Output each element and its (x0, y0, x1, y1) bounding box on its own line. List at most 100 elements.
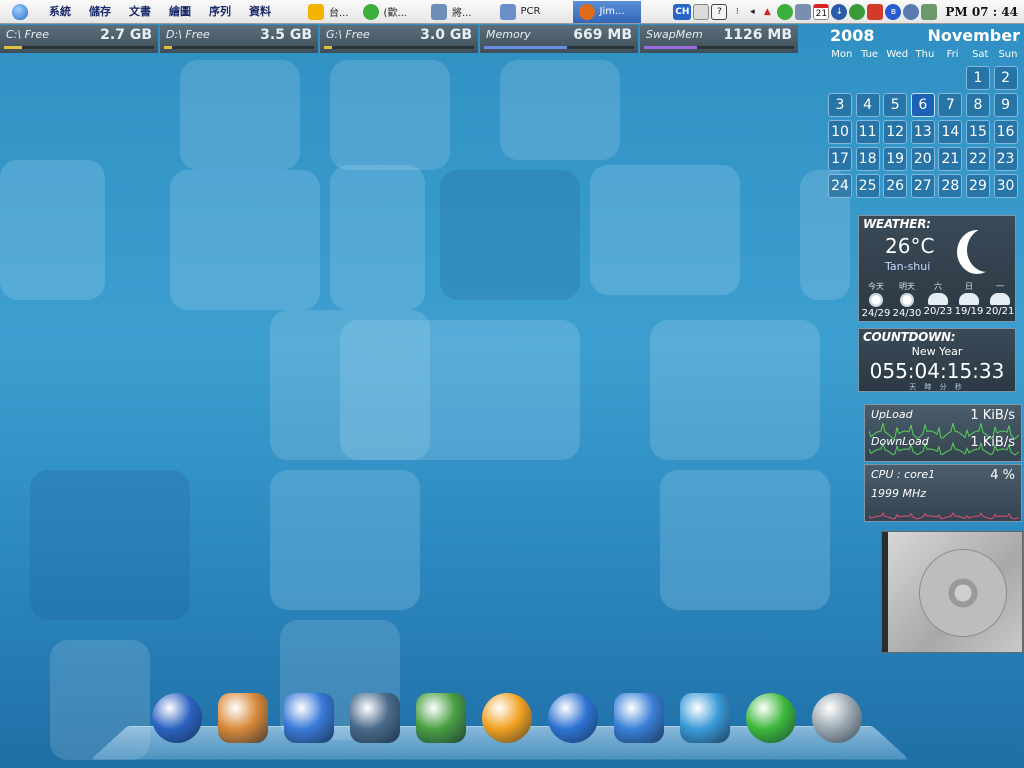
dock-icon-glyph (746, 693, 796, 743)
arrow-left-icon[interactable]: ◂ (747, 4, 757, 20)
input-method-icon[interactable]: CH (673, 4, 692, 20)
calendar-day[interactable]: 28 (938, 174, 963, 198)
antivirus-icon[interactable] (849, 4, 866, 20)
dock-icon-glyph (482, 693, 532, 743)
calendar-day[interactable]: 4 (855, 93, 880, 117)
disk-value: 3.0 GB (420, 27, 472, 43)
calendar-day[interactable]: 26 (883, 174, 908, 198)
taskbar-item-messenger[interactable]: (歡... (357, 1, 413, 23)
calendar-weekdays: Mon Tue Wed Thu Fri Sat Sun (828, 49, 1024, 60)
calendar-day[interactable]: 30 (993, 174, 1018, 198)
graph-line (869, 512, 1019, 520)
calendar-icon[interactable]: 21 (813, 4, 830, 20)
calendar-day[interactable]: 8 (965, 93, 990, 117)
calendar-day[interactable]: 7 (938, 93, 963, 117)
menu-sequence[interactable]: 序列 (200, 0, 240, 24)
calendar-day[interactable]: 25 (855, 174, 880, 198)
media-player-icon[interactable] (480, 690, 534, 746)
task-label: 將... (451, 8, 472, 19)
calendar-blank (856, 66, 880, 90)
calendar-weekday: Fri (946, 49, 959, 60)
menu-system[interactable]: 系統 (40, 0, 80, 24)
cloud-icon (990, 293, 1010, 305)
calendar-day[interactable]: 16 (993, 120, 1018, 144)
cd-cover-widget[interactable] (882, 532, 1022, 652)
downloads-icon[interactable] (744, 690, 798, 746)
forecast-range: 19/19 (954, 306, 984, 317)
network-monitor: UpLoad 1 KiB/s DownLoad 1 KiB/s (864, 404, 1022, 462)
weather-title: WEATHER: (863, 217, 931, 231)
forecast-range: 24/30 (892, 308, 922, 319)
calendar-day[interactable]: 1 (965, 66, 990, 90)
calendar-day[interactable]: 23 (993, 147, 1018, 171)
calendar-day[interactable]: 29 (965, 174, 990, 198)
upload-value: 1 KiB/s (970, 408, 1015, 423)
applications-icon[interactable] (216, 690, 270, 746)
menu-storage[interactable]: 儲存 (80, 0, 120, 24)
forecast-day: 日 19/19 (954, 281, 984, 319)
calendar-day[interactable]: 22 (965, 147, 990, 171)
calendar-blank (883, 66, 907, 90)
calendar-day[interactable]: 20 (910, 147, 935, 171)
taskbar-item-notepad[interactable]: 將... (425, 1, 478, 23)
itunes-icon[interactable] (282, 690, 336, 746)
msn-messenger-icon[interactable] (678, 690, 732, 746)
calendar-day[interactable]: 9 (993, 93, 1018, 117)
download-arrow-icon[interactable]: ↓ (831, 4, 848, 20)
calendar-day[interactable]: 13 (910, 120, 935, 144)
tray-menu-icon[interactable]: ⁝ (729, 4, 745, 20)
calendar-day[interactable]: 5 (883, 93, 908, 117)
cpu-percent: 4 % (990, 468, 1015, 483)
calendar-day[interactable]: 15 (965, 120, 990, 144)
calendar-day[interactable]: 11 (855, 120, 880, 144)
calendar-day[interactable]: 27 (910, 174, 935, 198)
warning-icon[interactable]: ▲ (759, 4, 775, 20)
dashboard-icon[interactable] (150, 690, 204, 746)
menu-data[interactable]: 資料 (240, 0, 280, 24)
movie-icon[interactable] (348, 690, 402, 746)
countdown-units: 天 時 分 秒 (909, 383, 965, 391)
calendar-day[interactable]: 24 (828, 174, 852, 198)
trash-icon[interactable] (810, 690, 864, 746)
disk-g-free: G:\ Free 3.0 GB (320, 25, 478, 53)
menu-graphics[interactable]: 繪圖 (160, 0, 200, 24)
users-icon[interactable] (777, 4, 794, 20)
calendar-day[interactable]: 19 (883, 147, 908, 171)
calendar-weekday: Sun (998, 49, 1018, 60)
forecast-day: 六 20/23 (923, 281, 953, 319)
volume-icon[interactable] (921, 4, 938, 20)
apple-menu-icon[interactable] (0, 0, 40, 24)
network-icon[interactable] (795, 4, 812, 20)
download-label: DownLoad (871, 435, 929, 448)
help-icon[interactable]: ? (711, 4, 728, 20)
calendar-day[interactable]: 18 (855, 147, 880, 171)
disk-value: 3.5 GB (260, 27, 312, 43)
taskbar-item-app[interactable]: 台... (302, 1, 355, 23)
calendar-weekday: Wed (886, 49, 909, 60)
calendar-today[interactable]: 6 (910, 93, 935, 117)
taskbar-item-firefox[interactable]: Jim... (572, 0, 641, 23)
safari-icon[interactable] (612, 690, 666, 746)
forecast-day: 明天 24/30 (892, 281, 922, 319)
internet-explorer-icon[interactable] (546, 690, 600, 746)
taskbar-item-folder[interactable]: PCR (494, 1, 547, 23)
dock-icon-glyph (812, 693, 862, 743)
calendar-blank (828, 66, 852, 90)
keyboard-icon[interactable] (693, 4, 710, 20)
calendar-day[interactable]: 12 (883, 120, 908, 144)
photos-icon[interactable] (414, 690, 468, 746)
calendar-day[interactable]: 14 (938, 120, 963, 144)
calendar-day[interactable]: 2 (993, 66, 1018, 90)
calendar-day[interactable]: 21 (938, 147, 963, 171)
update-icon[interactable] (903, 4, 920, 20)
firewall-icon[interactable] (867, 4, 884, 20)
calendar-day[interactable]: 3 (828, 93, 852, 117)
dock-icon-glyph (680, 693, 730, 743)
menu-documents[interactable]: 文書 (120, 0, 160, 24)
bluetooth-icon[interactable]: ʙ (885, 4, 902, 20)
calendar-widget: 2008 November Mon Tue Wed Thu Fri Sat Sun 1234… (828, 26, 1024, 198)
disk-value: 669 MB (573, 27, 632, 43)
calendar-day[interactable]: 10 (828, 120, 852, 144)
calendar-day[interactable]: 17 (828, 147, 852, 171)
clock[interactable]: PM 07 : 44 (945, 5, 1018, 19)
